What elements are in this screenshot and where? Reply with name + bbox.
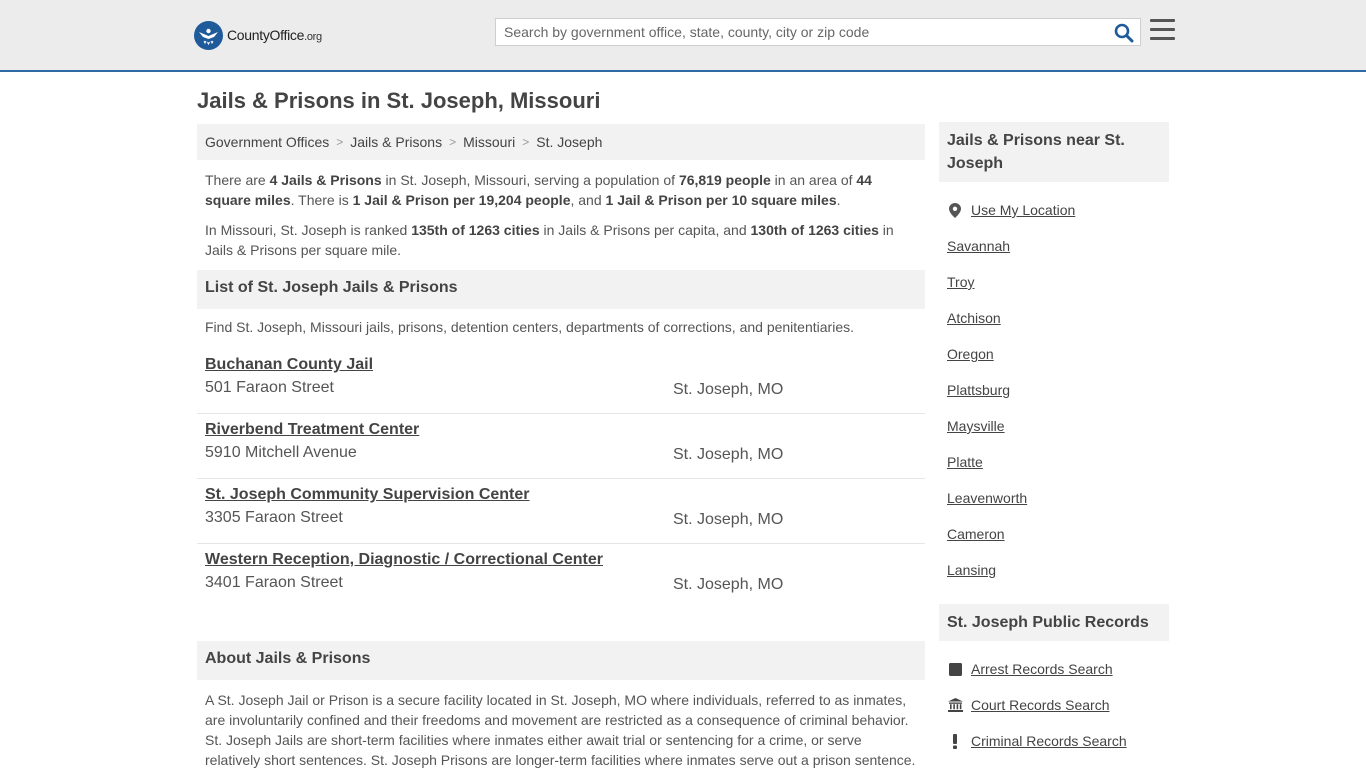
nearby-link[interactable]: Cameron — [947, 526, 1005, 542]
list-section-title: List of St. Joseph Jails & Prisons — [197, 270, 925, 309]
listing-address: 5910 Mitchell Avenue — [205, 444, 357, 461]
nearby-list: Use My Location Savannah Troy Atchison O… — [939, 182, 1169, 588]
breadcrumb-separator-icon: > — [449, 135, 457, 149]
nearby-item-plattsburg: Plattsburg — [947, 372, 1161, 408]
search-input[interactable] — [496, 19, 1096, 45]
listing-address: 3305 Faraon Street — [205, 509, 343, 526]
records-item-criminal: Criminal Records Search — [947, 723, 1161, 759]
courthouse-icon — [947, 697, 963, 713]
main-content: Government Offices > Jails & Prisons > M… — [197, 124, 925, 770]
public-records-title: St. Joseph Public Records — [939, 604, 1169, 641]
nearby-title: Jails & Prisons near St. Joseph — [939, 122, 1169, 182]
public-records-list: Arrest Records Search Court Records Sear… — [939, 641, 1169, 759]
page-title: Jails & Prisons in St. Joseph, Missouri — [197, 88, 601, 113]
nearby-link[interactable]: Leavenworth — [947, 490, 1027, 506]
sidebar: Jails & Prisons near St. Joseph Use My L… — [939, 122, 1169, 759]
use-my-location-link[interactable]: Use My Location — [971, 202, 1075, 218]
listing-item: Western Reception, Diagnostic / Correcti… — [197, 544, 925, 609]
listing-item: Buchanan County Jail 501 Faraon Street S… — [197, 349, 925, 414]
listing-address: 501 Faraon Street — [205, 379, 334, 396]
breadcrumb-government-offices[interactable]: Government Offices — [205, 134, 329, 150]
about-section-title: About Jails & Prisons — [197, 641, 925, 680]
listing-name-link[interactable]: Western Reception, Diagnostic / Correcti… — [205, 549, 917, 571]
nearby-link[interactable]: Atchison — [947, 310, 1001, 326]
logo-text: CountyOffice.org — [227, 27, 322, 43]
square-icon — [947, 661, 963, 677]
nearby-item-atchison: Atchison — [947, 300, 1161, 336]
nearby-link[interactable]: Lansing — [947, 562, 996, 578]
arrest-records-link[interactable]: Arrest Records Search — [971, 661, 1113, 677]
nearby-item-cameron: Cameron — [947, 516, 1161, 552]
nearby-item-savannah: Savannah — [947, 228, 1161, 264]
site-header: CountyOffice.org — [0, 0, 1366, 72]
list-section-description: Find St. Joseph, Missouri jails, prisons… — [205, 319, 854, 335]
breadcrumb-jails-prisons[interactable]: Jails & Prisons — [350, 134, 442, 150]
use-location-item: Use My Location — [947, 192, 1161, 228]
nearby-item-leavenworth: Leavenworth — [947, 480, 1161, 516]
logo-eagle-icon — [194, 20, 223, 50]
listing-city: St. Joseph, MO — [673, 511, 784, 528]
breadcrumb: Government Offices > Jails & Prisons > M… — [197, 124, 925, 160]
listing-item: St. Joseph Community Supervision Center … — [197, 479, 925, 544]
intro-paragraph-stats: There are 4 Jails & Prisons in St. Josep… — [205, 172, 872, 208]
breadcrumb-separator-icon: > — [522, 135, 530, 149]
listing-city: St. Joseph, MO — [673, 446, 784, 463]
nearby-link[interactable]: Savannah — [947, 238, 1010, 254]
listing-address: 3401 Faraon Street — [205, 574, 343, 591]
breadcrumb-separator-icon: > — [336, 135, 344, 149]
listing-name-link[interactable]: Buchanan County Jail — [205, 354, 917, 376]
nearby-link[interactable]: Oregon — [947, 346, 994, 362]
nearby-item-maysville: Maysville — [947, 408, 1161, 444]
breadcrumb-st-joseph[interactable]: St. Joseph — [536, 134, 602, 150]
criminal-records-link[interactable]: Criminal Records Search — [971, 733, 1127, 749]
search-box — [495, 18, 1141, 46]
nearby-link[interactable]: Platte — [947, 454, 983, 470]
listing-item: Riverbend Treatment Center 5910 Mitchell… — [197, 414, 925, 479]
listing-city: St. Joseph, MO — [673, 576, 784, 593]
listing-city: St. Joseph, MO — [673, 381, 784, 398]
listing-name-link[interactable]: St. Joseph Community Supervision Center — [205, 484, 917, 506]
intro-paragraph-rank: In Missouri, St. Joseph is ranked 135th … — [205, 222, 894, 258]
court-records-link[interactable]: Court Records Search — [971, 697, 1110, 713]
site-logo[interactable]: CountyOffice.org — [194, 20, 322, 50]
listing-name-link[interactable]: Riverbend Treatment Center — [205, 419, 917, 441]
hamburger-menu-icon[interactable] — [1150, 19, 1175, 42]
intro-text: There are 4 Jails & Prisons in St. Josep… — [197, 160, 925, 260]
nearby-link[interactable]: Maysville — [947, 418, 1005, 434]
nearby-item-platte: Platte — [947, 444, 1161, 480]
map-pin-icon — [947, 202, 963, 218]
nearby-item-lansing: Lansing — [947, 552, 1161, 588]
records-item-arrest: Arrest Records Search — [947, 651, 1161, 687]
nearby-item-troy: Troy — [947, 264, 1161, 300]
breadcrumb-missouri[interactable]: Missouri — [463, 134, 515, 150]
nearby-link[interactable]: Plattsburg — [947, 382, 1010, 398]
search-icon[interactable] — [1114, 23, 1134, 43]
exclamation-icon — [947, 733, 963, 749]
records-item-court: Court Records Search — [947, 687, 1161, 723]
nearby-link[interactable]: Troy — [947, 274, 974, 290]
nearby-item-oregon: Oregon — [947, 336, 1161, 372]
about-text: A St. Joseph Jail or Prison is a secure … — [205, 692, 916, 768]
